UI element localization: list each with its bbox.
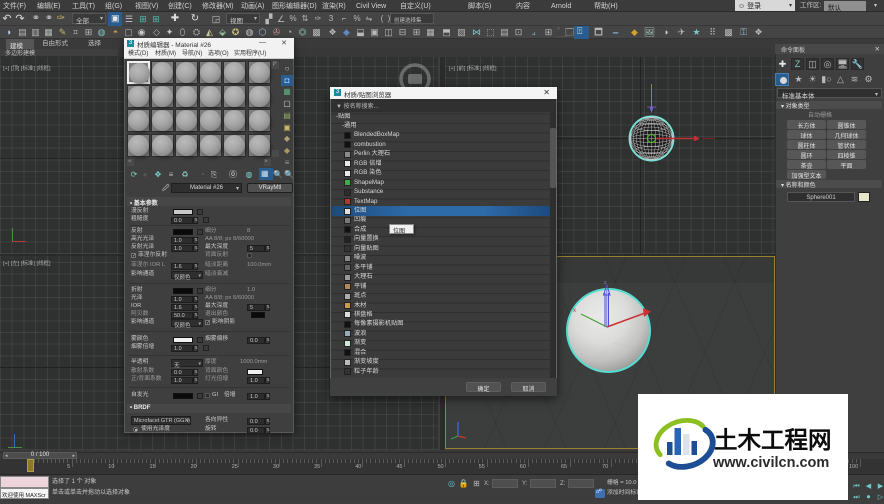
svg-text:x: x bbox=[573, 308, 576, 314]
